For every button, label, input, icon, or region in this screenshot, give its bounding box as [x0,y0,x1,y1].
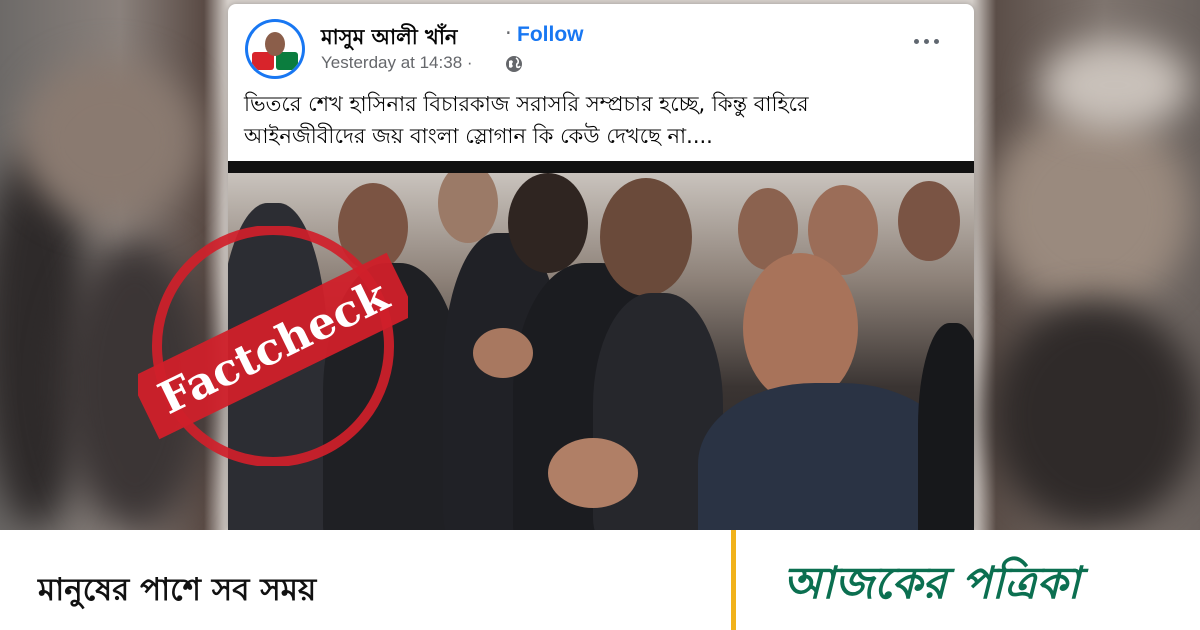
crowd-head [743,253,858,403]
dot [934,38,939,44]
crowd-hand [548,438,638,508]
crowd-head [438,173,498,243]
background-blur-shape [1040,40,1190,130]
background-blur-shape [990,110,1190,310]
author-name[interactable]: মাসুম আলী খাঁন [321,21,457,56]
name-separator: · [505,21,512,45]
factcheck-stamp: Factcheck [138,226,408,466]
post-text: ভিতরে শেখ হাসিনার বিচারকাজ সরাসরি সম্প্র… [244,88,960,152]
footer-tagline: মানুষের পাশে সব সময় [38,572,317,608]
post-header: মাসুম আলী খাঁন · Follow Yesterday at 14:… [228,4,974,166]
crowd-head [600,178,692,296]
avatar-image [248,22,302,76]
crowd-figure [918,323,974,530]
dot [924,38,929,44]
crowd-hand [473,328,533,378]
globe-icon [506,56,522,72]
avatar-face-shape [265,32,285,56]
post-text-line: ভিতরে শেখ হাসিনার বিচারকাজ সরাসরি সম্প্র… [244,92,809,116]
dot [914,38,919,44]
more-options-icon[interactable] [914,34,944,48]
background-blur-shape [20,60,200,220]
stamp-label: Factcheck [151,269,398,424]
background-blur-shape [990,300,1200,530]
brand-logo[interactable]: আজকের পত্রিকা [783,550,1080,623]
follow-button[interactable]: Follow [517,23,584,47]
post-timestamp[interactable]: Yesterday at 14:38 · [321,53,473,73]
footer-bar: মানুষের পাশে সব সময় আজকের পত্রিকা [0,530,1200,630]
video-top-border [228,161,974,173]
post-text-line: আইনজীবীদের জয় বাংলা স্লোগান কি কেউ দেখছ… [244,124,713,148]
crowd-head [508,173,588,273]
author-avatar[interactable] [245,19,305,79]
footer-divider [731,530,736,630]
crowd-head [898,181,960,261]
